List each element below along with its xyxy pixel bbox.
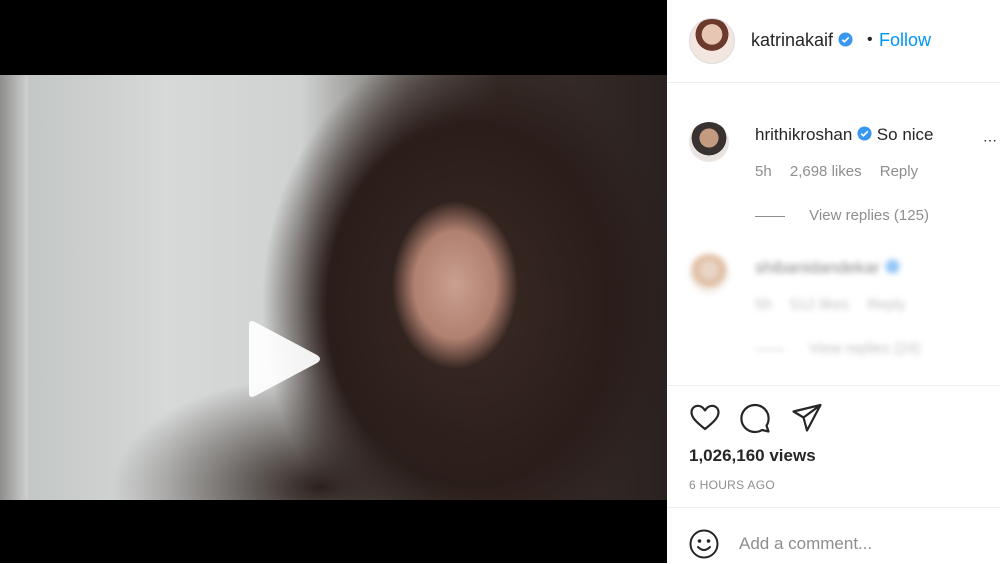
comment-likes[interactable]: 512 likes: [790, 296, 849, 313]
heart-icon[interactable]: [689, 402, 721, 434]
play-icon[interactable]: [243, 317, 323, 401]
post-username-row[interactable]: katrinakaif: [751, 30, 853, 51]
paper-plane-icon[interactable]: [791, 402, 823, 434]
follow-button[interactable]: Follow: [879, 30, 931, 51]
view-replies-label[interactable]: View replies (24): [809, 340, 920, 357]
view-count[interactable]: 1,026,160 views: [689, 446, 816, 466]
avatar[interactable]: [689, 122, 729, 162]
view-replies-button[interactable]: View replies (24): [755, 340, 921, 357]
replies-divider: [755, 348, 785, 350]
separator-dot: •: [867, 31, 873, 48]
comment-time[interactable]: 5h: [755, 163, 772, 180]
comment-body: shibanidandekar: [755, 258, 900, 278]
reply-button[interactable]: Reply: [880, 163, 918, 180]
comment-username[interactable]: hrithikroshan: [755, 125, 852, 144]
replies-divider: [755, 215, 785, 217]
verified-badge-icon: [884, 259, 900, 274]
smile-icon[interactable]: [688, 528, 720, 560]
comment-username[interactable]: shibanidandekar: [755, 258, 880, 277]
comment-text: So nice: [876, 125, 934, 144]
comment-likes[interactable]: 2,698 likes: [790, 163, 862, 180]
video-player[interactable]: [0, 0, 667, 563]
post-sidebar: katrinakaif • Follow hrithikroshan So ni…: [667, 0, 1000, 563]
avatar[interactable]: [689, 254, 729, 294]
comment-meta: 5h 2,698 likes Reply: [755, 163, 932, 180]
post-username[interactable]: katrinakaif: [751, 30, 833, 50]
comments-list[interactable]: hrithikroshan So nice ⋯ 5h 2,698 likes R…: [667, 88, 1000, 385]
verified-badge-icon: [857, 126, 872, 141]
avatar[interactable]: [689, 18, 735, 64]
video-frame[interactable]: [0, 75, 667, 500]
comment-time[interactable]: 5h: [755, 296, 772, 313]
video-frame-edge: [0, 75, 28, 500]
comment-input[interactable]: [739, 532, 979, 556]
comment-meta: 5h 512 likes Reply: [755, 296, 920, 313]
more-options-icon[interactable]: ⋯: [983, 132, 997, 149]
view-replies-label[interactable]: View replies (125): [809, 207, 929, 224]
add-comment-bar: [667, 507, 1000, 564]
reply-button[interactable]: Reply: [867, 296, 905, 313]
comment-body: hrithikroshan So nice: [755, 125, 934, 145]
post-actions: 1,026,160 views 6 HOURS AGO: [667, 385, 1000, 508]
comment-bubble-icon[interactable]: [739, 402, 771, 434]
post-timestamp[interactable]: 6 HOURS AGO: [689, 478, 775, 492]
post-header: katrinakaif • Follow: [667, 0, 1000, 83]
verified-badge-icon: [838, 32, 853, 47]
view-replies-button[interactable]: View replies (125): [755, 207, 929, 224]
